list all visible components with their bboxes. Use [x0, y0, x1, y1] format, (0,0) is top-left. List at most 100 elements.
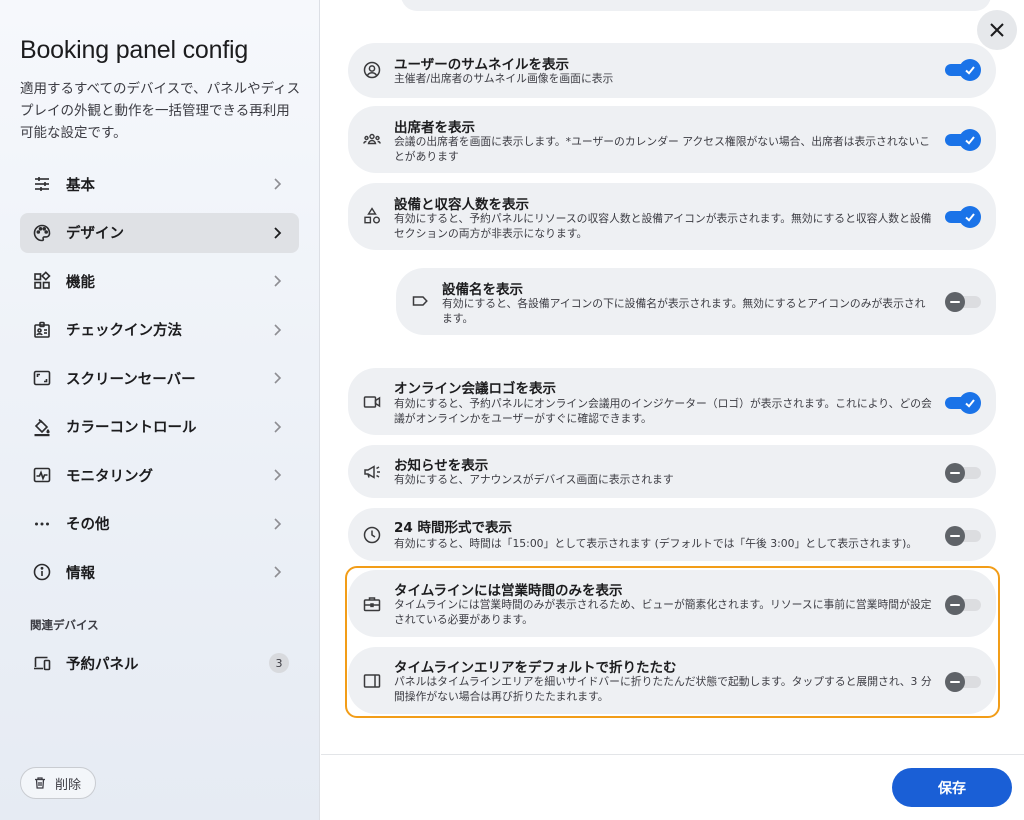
sidebar-item-label: モニタリング	[66, 468, 153, 485]
toggle-knob	[959, 129, 981, 151]
setting-title: タイムラインには営業時間のみを表示	[394, 583, 623, 599]
chevron-right-icon	[269, 273, 285, 289]
setting-description: 有効にすると、予約パネルにオンライン会議用のインジケーター（ロゴ）が表示されます…	[394, 397, 932, 425]
related-device-booking-panel[interactable]: 予約パネル 3	[20, 643, 299, 683]
setting-card-24h-format: 24 時間形式で表示 有効にすると、時間は「15:00」として表示されます (デ…	[348, 508, 996, 561]
toggle-equipment-capacity[interactable]	[945, 206, 981, 228]
info-icon	[32, 562, 52, 582]
setting-card-user-thumbnail: ユーザーのサムネイルを表示 主催者/出席者のサムネイル画像を画面に表示	[348, 43, 996, 98]
delete-button-label: 削除	[55, 777, 82, 793]
devices-icon	[32, 653, 52, 673]
sidebar-item-design[interactable]: デザイン	[20, 212, 299, 253]
setting-description: 会議の出席者を画面に表示します。*ユーザーのカレンダー アクセス権限がない場合、…	[394, 135, 931, 163]
sidebar-item-label: 機能	[66, 274, 95, 291]
toggle-user-thumbnail[interactable]	[945, 59, 981, 81]
sidebar-item-basic[interactable]: 基本	[20, 164, 299, 204]
setting-card-online-meeting-logo: オンライン会議ロゴを表示 有効にすると、予約パネルにオンライン会議用のインジケー…	[348, 368, 996, 435]
toggle-business-hours-only[interactable]	[945, 595, 981, 615]
sidebar-item-label: 情報	[66, 565, 95, 582]
sidebar-item-features[interactable]: 機能	[20, 261, 299, 301]
setting-title: 24 時間形式で表示	[394, 520, 512, 536]
sidebar-item-color-control[interactable]: カラーコントロール	[20, 407, 299, 447]
setting-title: 出席者を表示	[394, 120, 475, 136]
sidebar-item-label: チェックイン方法	[66, 323, 182, 339]
toggle-equipment-name[interactable]	[945, 292, 981, 312]
screensaver-icon	[32, 368, 52, 388]
delete-button[interactable]: 削除	[20, 767, 97, 799]
setting-card-equipment-name: 設備名を表示 有効にすると、各設備アイコンの下に設備名が表示されます。無効にする…	[396, 268, 996, 335]
sidebar-nav: 基本 デザイン 機能 チェックイン方法 スクリーンセーバー カラーコントロール …	[20, 164, 299, 601]
setting-card-equipment-capacity: 設備と収容人数を表示 有効にすると、予約パネルにリソースの収容人数と設備アイコン…	[348, 183, 996, 250]
setting-title: タイムラインエリアをデフォルトで折りたたむ	[394, 660, 677, 676]
setting-card-collapse-timeline: タイムラインエリアをデフォルトで折りたたむ パネルはタイムラインエリアを細いサイ…	[348, 647, 996, 714]
clock-icon	[362, 525, 382, 545]
check-icon	[965, 399, 975, 408]
trash-icon	[35, 777, 45, 789]
chevron-right-icon	[269, 225, 285, 241]
sidebar-item-label: 基本	[66, 177, 95, 194]
settings-panel: ユーザーのサムネイルを表示 主催者/出席者のサムネイル画像を画面に表示 出席者を…	[321, 0, 1024, 820]
sidebar-item-label: スクリーンセーバー	[66, 371, 196, 388]
sidebar-item-checkin[interactable]: チェックイン方法	[20, 310, 299, 350]
toggle-knob	[959, 59, 981, 81]
check-icon	[965, 136, 975, 145]
setting-description: タイムラインには営業時間のみが表示されるため、ビューが簡素化されます。リソースに…	[394, 598, 932, 626]
sidebar-item-label: カラーコントロール	[66, 420, 197, 436]
sidebar: Booking panel config 適用するすべてのデバイスで、パネルやデ…	[0, 0, 320, 820]
footer-divider	[321, 754, 1024, 755]
check-icon	[965, 213, 975, 222]
previous-card-edge	[401, 0, 991, 11]
toggle-knob	[945, 292, 965, 312]
related-device-label: 予約パネル	[66, 656, 139, 673]
sidebar-item-screensaver[interactable]: スクリーンセーバー	[20, 358, 299, 398]
business-center-icon	[362, 594, 382, 614]
toggle-knob	[945, 595, 965, 615]
toggle-announcements[interactable]	[945, 463, 981, 483]
chevron-right-icon	[269, 516, 285, 532]
category-icon	[362, 206, 382, 226]
chevron-right-icon	[269, 176, 285, 192]
setting-card-attendees: 出席者を表示 会議の出席者を画面に表示します。*ユーザーのカレンダー アクセス権…	[348, 106, 996, 173]
toggle-attendees[interactable]	[945, 129, 981, 151]
setting-card-announcements: お知らせを表示 有効にすると、アナウンスがデバイス画面に表示されます	[348, 445, 996, 498]
more-horizontal-icon	[32, 514, 52, 534]
setting-description: 有効にすると、各設備アイコンの下に設備名が表示されます。無効にするとアイコンのみ…	[442, 297, 926, 325]
save-button[interactable]: 保存	[892, 768, 1012, 807]
palette-icon	[32, 223, 52, 243]
sidebar-item-info[interactable]: 情報	[20, 552, 299, 592]
close-button[interactable]	[977, 10, 1017, 50]
paint-bucket-icon	[32, 417, 52, 437]
setting-title: 設備と収容人数を表示	[394, 197, 529, 213]
toggle-online-meeting-logo[interactable]	[945, 392, 981, 414]
chevron-right-icon	[269, 467, 285, 483]
chevron-right-icon	[269, 322, 285, 338]
setting-card-business-hours-only: タイムラインには営業時間のみを表示 タイムラインには営業時間のみが表示されるため…	[348, 570, 996, 637]
toggle-collapse-timeline[interactable]	[945, 672, 981, 692]
device-count-badge: 3	[269, 653, 289, 673]
chevron-right-icon	[269, 419, 285, 435]
setting-title: ユーザーのサムネイルを表示	[394, 57, 569, 73]
setting-description: 有効にすると、アナウンスがデバイス画面に表示されます	[394, 473, 674, 486]
sidebar-item-other[interactable]: その他	[20, 504, 299, 544]
campaign-icon	[362, 462, 382, 482]
page-title: Booking panel config	[20, 36, 249, 64]
toggle-knob	[945, 672, 965, 692]
side-panel-icon	[362, 671, 382, 691]
sliders-icon	[32, 174, 52, 194]
chevron-right-icon	[269, 370, 285, 386]
badge-icon	[32, 320, 52, 340]
sidebar-item-monitoring[interactable]: モニタリング	[20, 455, 299, 495]
monitoring-icon	[32, 465, 52, 485]
setting-description: パネルはタイムラインエリアを細いサイドバーに折りたたんだ状態で起動します。タップ…	[394, 675, 932, 703]
setting-description: 有効にすると、時間は「15:00」として表示されます (デフォルトでは「午後 3…	[394, 537, 918, 550]
toggle-knob	[945, 463, 965, 483]
setting-description: 主催者/出席者のサムネイル画像を画面に表示	[394, 72, 614, 85]
toggle-knob	[945, 526, 965, 546]
widgets-icon	[32, 271, 52, 291]
setting-description: 有効にすると、予約パネルにリソースの収容人数と設備アイコンが表示されます。無効に…	[394, 212, 932, 240]
sidebar-item-label: デザイン	[66, 226, 124, 242]
account-circle-icon	[362, 60, 382, 80]
videocam-icon	[362, 392, 382, 412]
related-devices-heading: 関連デバイス	[30, 618, 99, 632]
toggle-24h-format[interactable]	[945, 526, 981, 546]
